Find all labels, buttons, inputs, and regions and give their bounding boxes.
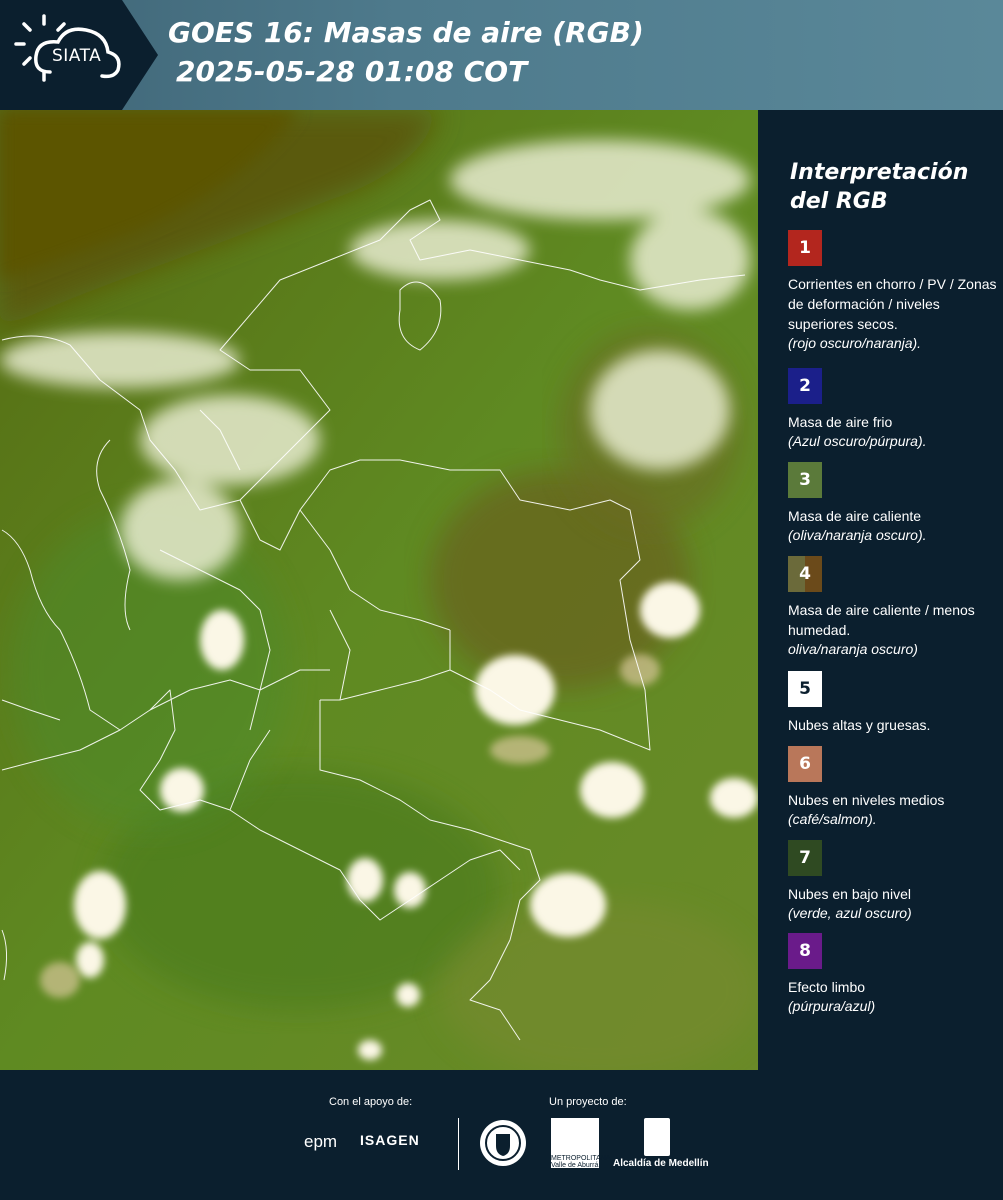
legend-item-4: 4 Masa de aire caliente / menos humedad.… xyxy=(788,556,1000,659)
legend-label-4: Masa de aire caliente / menos humedad. xyxy=(788,602,975,638)
legend-swatch-1: 1 xyxy=(788,230,822,266)
legend-swatch-7: 7 xyxy=(788,840,822,876)
legend-swatch-4: 4 xyxy=(788,556,822,592)
legend-swatch-5: 5 xyxy=(788,671,822,707)
project-label: Un proyecto de: xyxy=(549,1096,627,1108)
legend-sub-2: (Azul oscuro/púrpura). xyxy=(788,433,927,449)
legend-item-5: 5 Nubes altas y gruesas. xyxy=(788,671,1000,735)
legend-sub-6: (café/salmon). xyxy=(788,811,877,827)
legend-sub-1: (rojo oscuro/naranja). xyxy=(788,335,922,351)
legend-sub-7: (verde, azul oscuro) xyxy=(788,905,912,921)
legend-item-8: 8 Efecto limbo (púrpura/azul) xyxy=(788,933,1000,1016)
alcaldia-shield-icon xyxy=(644,1118,670,1156)
legend-panel: Interpretación del RGB 1 Corrientes en c… xyxy=(760,110,1003,1070)
satellite-map[interactable] xyxy=(0,110,758,1070)
satellite-image xyxy=(0,110,758,1070)
legend-swatch-8: 8 xyxy=(788,933,822,969)
area-metropolitana-text: METROPOLITANA Valle de Aburrá xyxy=(551,1155,610,1169)
footer-divider xyxy=(458,1118,459,1170)
legend-item-6: 6 Nubes en niveles medios (café/salmon). xyxy=(788,746,1000,829)
legend-sub-4: oliva/naranja oscuro) xyxy=(788,641,918,657)
alcaldia-logo-text: Alcaldía de Medellín xyxy=(613,1158,709,1169)
legend-label-8: Efecto limbo xyxy=(788,979,866,995)
support-label: Con el apoyo de: xyxy=(329,1096,413,1108)
legend-title: Interpretación del RGB xyxy=(790,158,990,216)
legend-item-2: 2 Masa de aire frio (Azul oscuro/púrpura… xyxy=(788,368,1000,451)
legend-item-3: 3 Masa de aire caliente (oliva/naranja o… xyxy=(788,462,1000,545)
legend-swatch-6: 6 xyxy=(788,746,822,782)
logo-text: SIATA xyxy=(52,46,102,66)
legend-item-1: 1 Corrientes en chorro / PV / Zonas de d… xyxy=(788,230,1000,353)
page-timestamp: 2025-05-28 01:08 COT xyxy=(176,55,528,88)
legend-label-2: Masa de aire frio xyxy=(788,414,893,430)
siata-logo: SIATA xyxy=(0,0,158,110)
legend-label-5: Nubes altas y gruesas. xyxy=(788,717,931,733)
legend-label-1: Corrientes en chorro / PV / Zonas de def… xyxy=(788,276,997,332)
legend-sub-3: (oliva/naranja oscuro). xyxy=(788,527,927,543)
legend-label-7: Nubes en bajo nivel xyxy=(788,886,911,902)
legend-label-3: Masa de aire caliente xyxy=(788,508,922,524)
legend-swatch-2: 2 xyxy=(788,368,822,404)
header: SIATA GOES 16: Masas de aire (RGB) 2025-… xyxy=(0,0,1003,110)
legend-label-6: Nubes en niveles medios xyxy=(788,792,945,808)
legend-title-line2: del RGB xyxy=(790,189,888,214)
footer: Con el apoyo de: epm ISAGEN Un proyecto … xyxy=(0,1070,1003,1200)
legend-title-line1: Interpretación xyxy=(790,160,969,185)
legend-sub-8: (púrpura/azul) xyxy=(788,998,876,1014)
seal-icon xyxy=(480,1120,526,1166)
isagen-logo: ISAGEN xyxy=(360,1132,420,1148)
legend-swatch-3: 3 xyxy=(788,462,822,498)
legend-item-7: 7 Nubes en bajo nivel (verde, azul oscur… xyxy=(788,840,1000,923)
page-title: GOES 16: Masas de aire (RGB) xyxy=(168,16,644,49)
epm-logo: epm xyxy=(304,1132,338,1151)
